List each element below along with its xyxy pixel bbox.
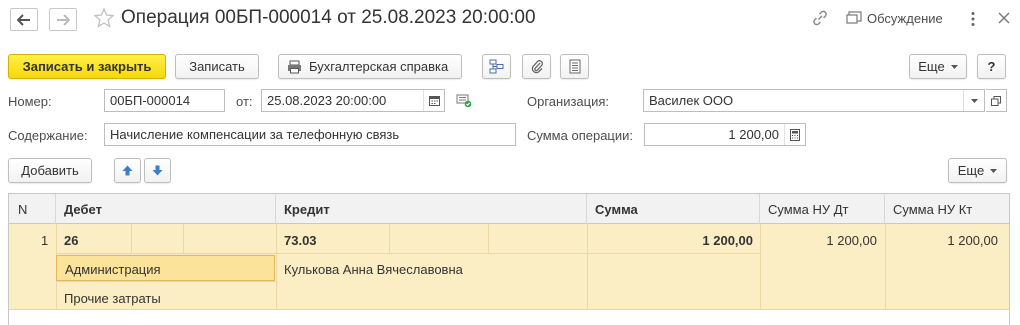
sum-cell[interactable]: 1 200,00	[587, 233, 753, 248]
debit-account-cell[interactable]: 26	[64, 233, 78, 248]
debit-subconto2-cell[interactable]: Прочие затраты	[64, 291, 161, 306]
row-number: 1	[41, 233, 49, 248]
paperclip-icon	[531, 60, 543, 74]
column-header-sum[interactable]: Сумма	[587, 194, 760, 224]
credit-account-cell[interactable]: 73.03	[284, 233, 317, 248]
structure-icon	[489, 59, 504, 74]
calendar-icon	[428, 96, 440, 106]
table-more-label: Еще	[957, 163, 985, 178]
forward-button[interactable]	[49, 8, 77, 31]
organization-value: Василек ООО	[649, 93, 734, 108]
back-button[interactable]	[10, 8, 38, 31]
organization-label: Организация:	[527, 94, 610, 109]
structure-button[interactable]	[482, 54, 511, 79]
open-window-icon	[991, 95, 1001, 106]
chevron-down-icon	[950, 64, 958, 69]
arrow-left-icon	[17, 13, 30, 26]
date-label: от:	[236, 94, 253, 109]
more-menu-icon[interactable]	[970, 11, 976, 30]
entries-table: N Дебет Кредит Сумма Сумма НУ Дт Сумма Н…	[8, 193, 1010, 325]
operation-sum-label: Сумма операции:	[527, 128, 633, 143]
printer-icon	[288, 60, 301, 73]
organization-dropdown-button[interactable]	[963, 90, 984, 111]
help-button[interactable]: ?	[977, 54, 1006, 79]
discussion-link[interactable]: Обсуждение	[867, 11, 943, 26]
date-field[interactable]: 25.08.2023 20:00:00	[261, 89, 445, 112]
close-icon[interactable]	[998, 12, 1010, 27]
content-field[interactable]: Начисление компенсации за телефонную свя…	[104, 123, 516, 146]
sum-nu-dt-cell[interactable]: 1 200,00	[760, 233, 877, 248]
column-header-credit[interactable]: Кредит	[276, 194, 587, 224]
move-down-button[interactable]	[144, 158, 171, 183]
column-header-sum-nu-dt[interactable]: Сумма НУ Дт	[760, 194, 885, 224]
save-button[interactable]: Записать	[175, 54, 259, 79]
debit-subconto1-cell[interactable]: Администрация	[56, 255, 275, 281]
link-icon[interactable]	[812, 9, 828, 30]
journal-icon	[569, 59, 580, 74]
column-header-n[interactable]: N	[9, 194, 56, 224]
arrow-right-icon	[57, 13, 70, 26]
operation-sum-value: 1 200,00	[728, 127, 779, 142]
table-more-button[interactable]: Еще	[948, 158, 1007, 183]
number-settings-icon[interactable]	[456, 94, 472, 111]
add-row-button[interactable]: Добавить	[8, 158, 92, 183]
column-header-sum-nu-kt[interactable]: Сумма НУ Кт	[885, 194, 1009, 224]
operation-sum-field[interactable]: 1 200,00	[644, 123, 806, 146]
page-title: Операция 00БП-000014 от 25.08.2023 20:00…	[121, 7, 536, 28]
organization-field[interactable]: Василек ООО	[643, 89, 985, 112]
move-up-button[interactable]	[114, 158, 141, 183]
save-and-close-button[interactable]: Записать и закрыть	[8, 54, 166, 79]
accounting-report-label: Бухгалтерская справка	[309, 59, 449, 74]
more-button[interactable]: Еще	[909, 54, 967, 79]
number-label: Номер:	[8, 94, 52, 109]
column-header-debit[interactable]: Дебет	[56, 194, 276, 224]
credit-subconto1-cell[interactable]: Кулькова Анна Вячеславовна	[284, 262, 463, 277]
discussion-icon[interactable]	[846, 11, 862, 29]
calculator-icon	[790, 128, 800, 141]
favorite-star-icon[interactable]	[93, 7, 115, 32]
accounting-report-button[interactable]: Бухгалтерская справка	[278, 54, 462, 79]
date-value: 25.08.2023 20:00:00	[267, 93, 387, 108]
content-label: Содержание:	[8, 128, 88, 143]
arrow-up-icon	[122, 165, 133, 176]
more-button-label: Еще	[918, 59, 945, 74]
attach-files-button[interactable]	[522, 54, 551, 79]
calendar-button[interactable]	[423, 90, 444, 111]
organization-open-button[interactable]	[986, 89, 1007, 112]
calculator-button[interactable]	[784, 124, 805, 145]
sum-nu-kt-cell[interactable]: 1 200,00	[885, 233, 998, 248]
number-field[interactable]: 00БП-000014	[104, 89, 225, 112]
chevron-down-icon	[970, 98, 978, 103]
journal-button[interactable]	[560, 54, 589, 79]
arrow-down-icon	[152, 165, 163, 176]
chevron-down-icon	[990, 168, 998, 173]
